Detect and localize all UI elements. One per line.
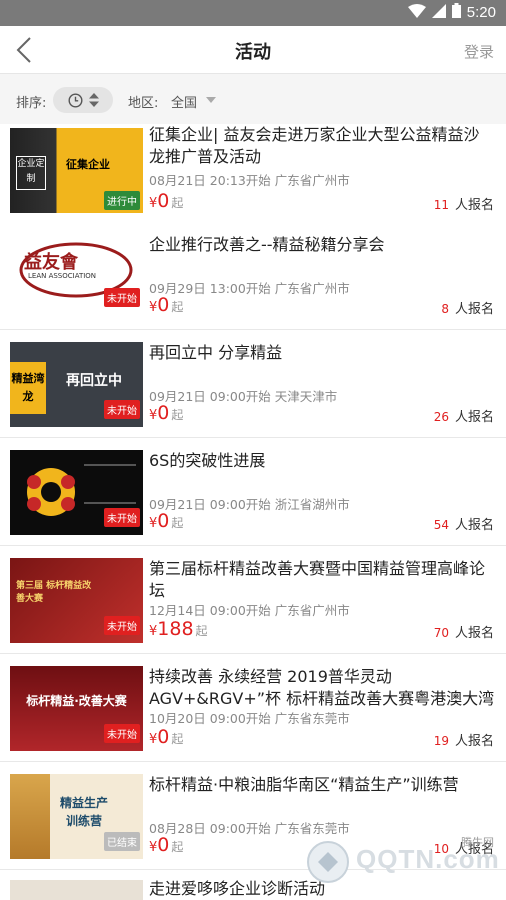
event-price: ¥0 起 [149, 190, 184, 212]
thumb-text: 标杆精益·改善大赛 [26, 694, 127, 708]
event-price: ¥188 起 [149, 618, 208, 640]
clock-icon [67, 92, 83, 108]
thumb-text: 征集企业 [66, 158, 110, 171]
status-bar: 5:20 [0, 0, 506, 26]
page-title: 活动 [235, 42, 271, 63]
logo-icon [307, 841, 349, 883]
event-thumbnail: 标杆精益·改善大赛 未开始 [10, 666, 143, 751]
login-button[interactable]: 登录 [464, 41, 494, 62]
status-badge: 未开始 [104, 508, 140, 527]
signup-count: 19 人报名 [433, 734, 494, 749]
event-thumbnail: 第三届 标杆精益改善大赛 未开始 [10, 558, 143, 643]
event-title: 再回立中 分享精益 [149, 343, 283, 362]
thumb-side-text: 精益湾龙 [10, 362, 46, 414]
sort-label: 排序: [16, 96, 47, 111]
signup-count: 70 人报名 [433, 626, 494, 641]
region-label: 地区: [128, 96, 159, 111]
status-time: 5:20 [466, 4, 496, 21]
event-title: 企业推行改善之--精益秘籍分享会 [149, 235, 385, 254]
event-item[interactable]: 第三届 标杆精益改善大赛 未开始 第三届标杆精益改善大赛暨中国精益管理高峰论坛 … [0, 546, 506, 654]
event-item[interactable]: 企业定制 征集企业 进行中 征集企业| 益友会走进万家企业大型公益精益沙龙推广普… [0, 124, 506, 232]
event-thumbnail: 益友會 LEAN ASSOCIATION 未开始 [10, 232, 143, 317]
region-select[interactable]: 全国 [171, 92, 197, 111]
event-item[interactable]: 未开始 6S的突破性进展 09月21日 09:00开始 浙江省湖州市 ¥0 起 5… [0, 438, 506, 546]
event-price: ¥0 起 [149, 726, 184, 748]
thumb-side-text: 企业定制 [16, 156, 46, 190]
event-price: ¥0 起 [149, 834, 184, 856]
battery-icon [451, 3, 461, 22]
event-price: ¥0 起 [149, 294, 184, 316]
event-price: ¥0 起 [149, 402, 184, 424]
event-title: 6S的突破性进展 [149, 451, 266, 470]
thumb-side-text: LEAN ASSOCIATION [28, 272, 97, 280]
thumb-text: 精益生产 训练营 [59, 796, 108, 828]
status-badge: 未开始 [104, 724, 140, 743]
event-thumbnail: 未开始 [10, 450, 143, 535]
event-meta: 10月20日 09:00开始 广东省东莞市 [149, 711, 350, 726]
signup-count: 8 人报名 [441, 302, 494, 317]
event-title: 标杆精益·中粮油脂华南区“精益生产”训练营 [149, 775, 459, 794]
watermark-sub: 腾牛网 [461, 836, 494, 849]
status-badge: 已结束 [104, 832, 140, 851]
event-item[interactable]: 精益湾龙 再回立中 未开始 再回立中 分享精益 09月21日 09:00开始 天… [0, 330, 506, 438]
signup-count: 54 人报名 [433, 518, 494, 533]
thumb-text: 益友會 [24, 252, 78, 273]
event-item[interactable]: 益友會 LEAN ASSOCIATION 未开始 企业推行改善之--精益秘籍分享… [0, 222, 506, 330]
event-thumbnail: 精益生产 训练营 已结束 [10, 774, 143, 859]
event-thumbnail: 企业定制 征集企业 进行中 [10, 128, 143, 213]
wifi-icon [407, 3, 426, 22]
status-badge: 未开始 [104, 616, 140, 635]
signup-count: 11 人报名 [433, 198, 494, 213]
event-meta: 12月14日 09:00开始 广东省广州市 [149, 603, 350, 618]
event-meta: 08月21日 20:13开始 广东省广州市 [149, 173, 350, 188]
thumb-text: 第三届 标杆精益改善大赛 [16, 581, 92, 604]
status-badge: 进行中 [104, 191, 140, 210]
event-thumbnail [10, 880, 143, 900]
filter-bar: 排序: 地区: 全国 [0, 74, 506, 124]
nav-bar: 活动 登录 [0, 26, 506, 74]
status-badge: 未开始 [104, 400, 140, 419]
signal-icon [431, 3, 446, 22]
event-item[interactable]: 标杆精益·改善大赛 未开始 持续改善 永续经营 2019普华灵动AGV+&RGV… [0, 654, 506, 762]
event-title: 第三届标杆精益改善大赛暨中国精益管理高峰论坛 [149, 559, 486, 600]
thumb-text: 再回立中 [66, 373, 122, 389]
event-title: 征集企业| 益友会走进万家企业大型公益精益沙龙推广普及活动 [149, 125, 480, 166]
status-badge: 未开始 [104, 288, 140, 307]
watermark: QQTN.com 腾牛网 [300, 834, 500, 894]
chevron-down-icon[interactable] [206, 97, 216, 103]
event-thumbnail: 精益湾龙 再回立中 未开始 [10, 342, 143, 427]
sort-button[interactable] [53, 87, 113, 113]
event-title: 持续改善 永续经营 2019普华灵动AGV+&RGV+”杯 标杆精益改善大赛粤港… [149, 667, 495, 708]
sort-arrows-icon [88, 93, 99, 107]
signup-count: 26 人报名 [433, 410, 494, 425]
event-price: ¥0 起 [149, 510, 184, 532]
